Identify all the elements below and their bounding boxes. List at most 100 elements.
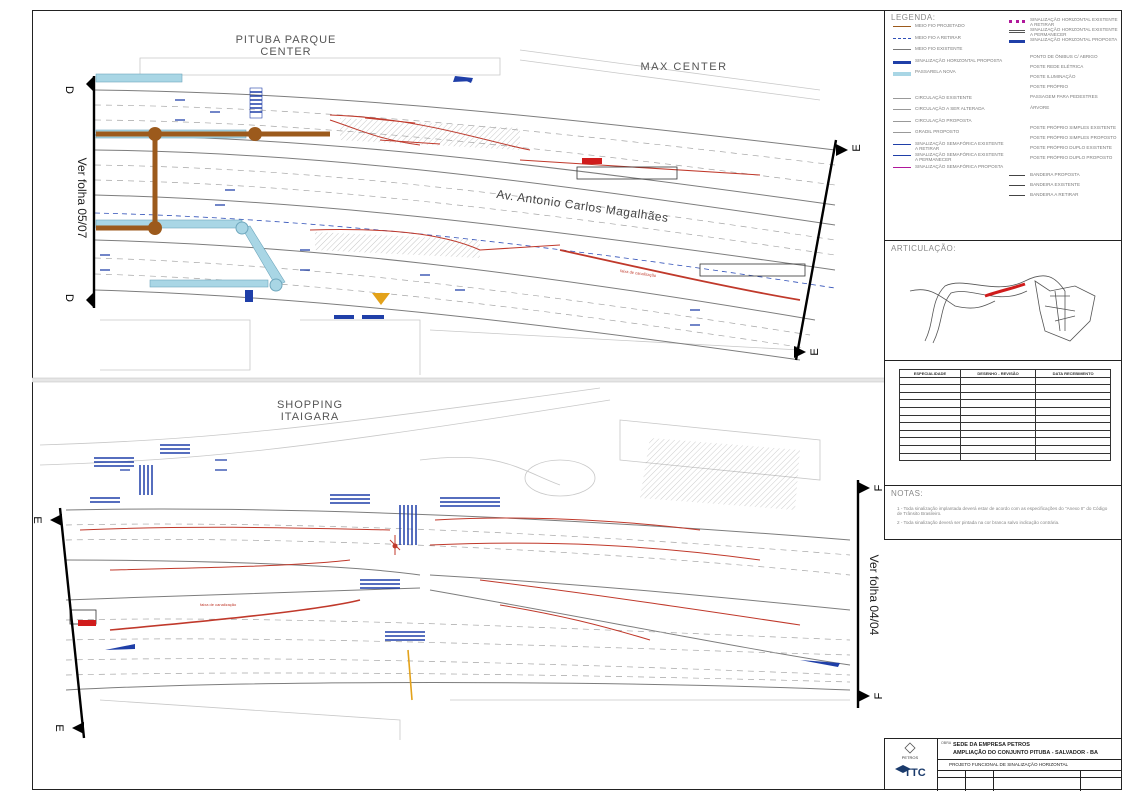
revision-cell	[959, 384, 1037, 393]
legend-left-symbol	[893, 49, 911, 50]
legend-left-symbol	[893, 72, 911, 76]
label-max-center: MAX CENTER	[640, 61, 727, 73]
notes-title: NOTAS:	[891, 489, 924, 498]
legend-right-item: BANDEIRA PROPOSTA	[1030, 171, 1080, 177]
revision-row	[899, 452, 1111, 462]
revision-cell	[1035, 406, 1111, 416]
legend-right-item: PASSAGEM PARA PEDESTRES	[1030, 94, 1098, 100]
legend-left-item: PASSARELA NOVA	[915, 69, 956, 74]
legend-left-item: SINALIZAÇÃO SEMAFÓRICA EXISTENTE A RETIR…	[915, 140, 1004, 151]
revision-table-header: ESPECIALIDADE DESENHO - REVISÃO DATA RECEB…	[899, 369, 1111, 378]
revision-row	[899, 406, 1111, 416]
section-label-f2: F	[873, 692, 884, 699]
legend-left-item: SINALIZAÇÃO HORIZONTAL PROPOSTA	[915, 57, 1003, 63]
revision-cell	[1035, 384, 1111, 393]
section-label-e1: E	[851, 144, 863, 151]
legend-right-item: POSTE PRÓPRIO SIMPLES PROPOSTO	[1030, 135, 1117, 140]
section-label-f1: F	[873, 484, 884, 491]
revision-cell	[899, 422, 961, 431]
revision-header-cell: ESPECIALIDADE	[899, 369, 961, 378]
title-line-3: PROJETO FUNCIONAL DE SINALIZAÇÃO HORIZON…	[949, 762, 1069, 767]
legend-left-symbol	[893, 109, 911, 110]
legend-left-item: SINALIZAÇÃO SEMAFÓRICA PROPOSTA	[915, 163, 1004, 169]
legend-left-item: MEIO FIO PROJETADO	[915, 23, 965, 28]
company-logo-text: TTC	[904, 767, 925, 779]
legend-left-item: SINALIZAÇÃO SEMAFÓRICA EXISTENTE A PERMA…	[915, 152, 1004, 162]
legend-right-symbol	[1009, 195, 1025, 196]
label-avenue: Av. Antonio Carlos Magalhães	[496, 187, 670, 225]
legend-left-item: MEIO FIO EXISTENTE	[915, 46, 963, 51]
legend-left-symbol	[893, 143, 911, 145]
revision-cell	[959, 422, 1037, 431]
top-section: PITUBA PARQUE CENTER MAX CENTER Av. Anto…	[63, 34, 863, 375]
revision-cell	[899, 399, 961, 408]
client-logo-text: PETROS	[902, 755, 919, 760]
note-1: 1 - Toda sinalização implantada deverá e…	[897, 506, 1108, 516]
legend-right-item: POSTE PRÓPRIO DUPLO EXISTENTE	[1030, 145, 1112, 151]
revision-cell	[959, 399, 1037, 408]
revision-row	[899, 384, 1111, 393]
label-ver-folha-top: Ver folha 05/07	[75, 158, 89, 239]
legend-left-symbol	[893, 120, 911, 122]
label-ver-folha-bottom: Ver folha 04/04	[867, 555, 881, 636]
label-pituba-center-1: PITUBA PARQUE	[236, 34, 337, 46]
revision-cell	[899, 452, 961, 462]
legend-right-item: POSTE REDE ELÉTRICA	[1030, 63, 1084, 69]
note-2: 2 - Toda sinalização deverá ser pintada …	[897, 520, 1060, 525]
legend-left-symbol	[893, 37, 911, 39]
revision-cell	[959, 452, 1037, 462]
revision-panel: ESPECIALIDADE DESENHO - REVISÃO DATA RECEB…	[884, 361, 1122, 486]
revision-cell	[1035, 376, 1111, 386]
section-label-e2: E	[809, 348, 821, 355]
revision-cell	[1035, 452, 1111, 462]
revision-cell	[959, 414, 1037, 424]
logos: PETROS TTC	[895, 742, 926, 779]
revision-header-cell: DATA RECEBIMENTO	[1035, 369, 1111, 378]
revision-cell	[959, 391, 1037, 401]
revision-table: ESPECIALIDADE DESENHO - REVISÃO DATA RECEB…	[899, 369, 1111, 462]
revision-row	[899, 444, 1111, 454]
legend-left-item: CIRCULAÇÃO PROPOSTA	[915, 117, 972, 123]
revision-row	[899, 391, 1111, 401]
label-shopping-1: SHOPPING	[277, 399, 343, 411]
legend-right-symbol	[1009, 184, 1025, 186]
revision-cell	[959, 406, 1037, 416]
legend-right-symbol	[1009, 20, 1025, 23]
revision-cell	[899, 429, 961, 439]
legend-left-symbol	[893, 132, 911, 133]
legend-right-item: SINALIZAÇÃO HORIZONTAL EXISTENTE A RETIR…	[1030, 17, 1118, 27]
section-label-e4: E	[53, 724, 65, 731]
legend-left-item: CIRCULAÇÃO A SER ALTERADA	[915, 106, 985, 111]
legend-right-item: SINALIZAÇÃO HORIZONTAL PROPOSTA	[1030, 37, 1118, 43]
revision-cell	[959, 437, 1037, 446]
legend-panel: LEGENDA: MEIO FIO PROJETADO MEIO FIO A RE…	[884, 10, 1122, 241]
revision-row	[899, 376, 1111, 386]
revision-cell	[1035, 437, 1111, 446]
legend-left-symbol	[893, 166, 911, 168]
revision-row	[899, 422, 1111, 431]
legend-right-symbol	[1009, 40, 1025, 44]
legend-right-symbol	[1009, 30, 1025, 34]
revision-cell	[1035, 429, 1111, 439]
legend-right-item: BANDEIRA EXISTENTE	[1030, 181, 1081, 187]
revision-header-cell: DESENHO - REVISÃO	[959, 369, 1037, 378]
legend-left-item: GRADIL PROPOSTO	[915, 129, 960, 134]
key-map	[909, 275, 1096, 344]
revision-cell	[1035, 444, 1111, 454]
legend-left-symbol	[893, 155, 911, 156]
legend-left-symbol	[893, 97, 911, 99]
legend-left-item: CIRCULAÇÃO EXISTENTE	[915, 94, 972, 100]
legend-right-item: PONTO DE ÔNIBUS C/ ABRIGO	[1030, 53, 1098, 59]
revision-row	[899, 399, 1111, 408]
legend-left-symbol	[893, 60, 911, 64]
legend-left-symbol	[893, 26, 911, 27]
legend-right-item: SINALIZAÇÃO HORIZONTAL EXISTENTE A PERMA…	[1030, 27, 1118, 38]
label-shopping-2: ITAIGARA	[281, 411, 340, 423]
revision-cell	[899, 406, 961, 416]
revision-cell	[899, 414, 961, 424]
revision-cell	[1035, 391, 1111, 401]
revision-cell	[959, 444, 1037, 454]
label-pituba-center-2: CENTER	[260, 46, 311, 58]
notes-panel: NOTAS: 1 - Toda sinalização implantada d…	[884, 486, 1122, 540]
legend-right-item: POSTE ILUMINAÇÃO	[1030, 74, 1076, 79]
